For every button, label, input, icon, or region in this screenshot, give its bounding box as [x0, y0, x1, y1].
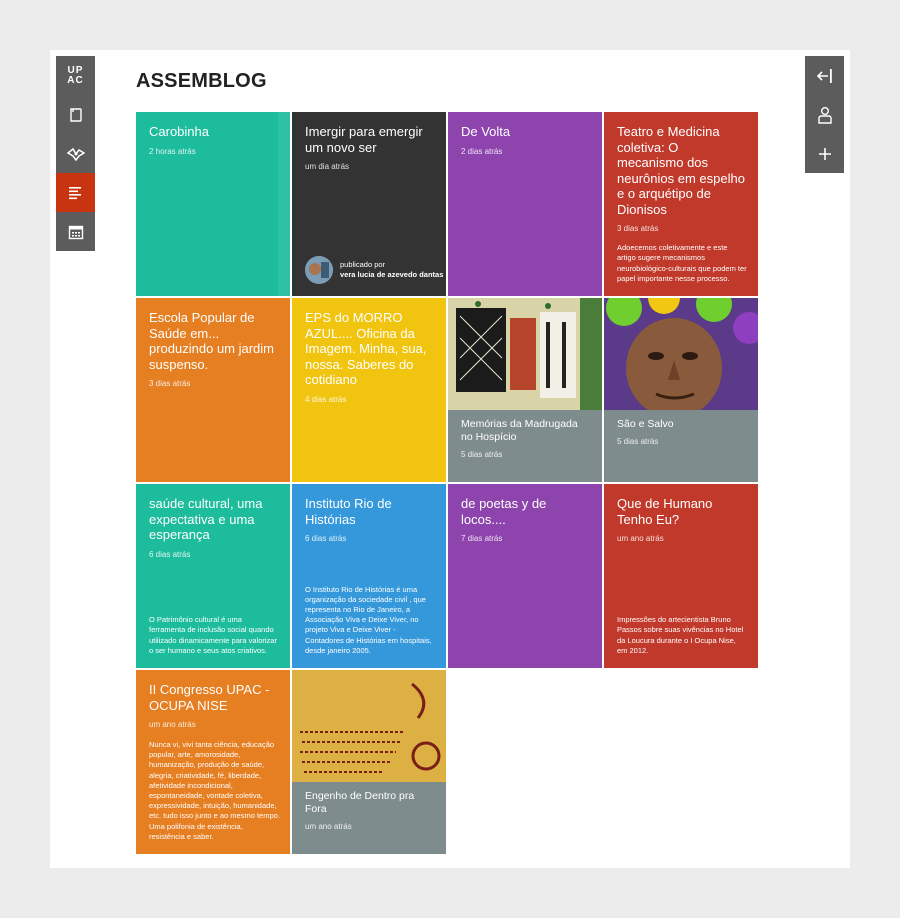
- user-button[interactable]: [805, 95, 844, 134]
- post-date: um ano atrás: [149, 720, 196, 729]
- post-author: publicado por vera lucia de azevedo danta…: [305, 256, 443, 284]
- post-tile[interactable]: Escola Popular de Saúde em... produzindo…: [136, 298, 290, 482]
- post-tile[interactable]: de poetas y de locos.... 7 dias atrás: [448, 484, 602, 668]
- post-title: Memórias da Madrugada no Hospício: [461, 418, 578, 443]
- post-title: Que de Humano Tenho Eu?: [617, 496, 713, 527]
- post-date: 4 dias atrás: [305, 394, 347, 404]
- page-title: ASSEMBLOG: [136, 70, 267, 92]
- author-name: vera lucia de azevedo dantas: [340, 270, 444, 279]
- post-title: Imergir para emergir um novo ser: [305, 124, 423, 155]
- post-date: 2 dias atrás: [461, 146, 503, 156]
- post-tile[interactable]: saúde cultural, uma expectativa e uma es…: [136, 484, 290, 668]
- post-date: um ano atrás: [617, 534, 664, 543]
- network-icon: [66, 147, 85, 161]
- post-title: II Congresso UPAC - OCUPA NISE: [149, 682, 270, 713]
- post-tile[interactable]: Que de Humano Tenho Eu? um ano atrás Impr…: [604, 484, 758, 668]
- post-excerpt: O Patrimônio cultural é uma ferramenta d…: [149, 615, 277, 655]
- post-tile[interactable]: EPS do MORRO AZUL.... Oficina da Imagem.…: [292, 298, 446, 482]
- post-title: Carobinha: [149, 124, 209, 139]
- post-thumbnail: [604, 298, 758, 410]
- left-nav: UP AC: [56, 56, 95, 251]
- post-title: Teatro e Medicina coletiva: O mecanismo …: [617, 124, 745, 217]
- post-tile[interactable]: De Volta 2 dias atrás: [448, 112, 602, 296]
- collapse-button[interactable]: [805, 56, 844, 95]
- post-excerpt: Impressões do artecientista Bruno Passos…: [617, 615, 744, 655]
- post-date: 3 dias atrás: [149, 379, 191, 388]
- post-date: 6 dias atrás: [149, 549, 191, 559]
- post-title: Escola Popular de Saúde em... produzindo…: [149, 310, 275, 372]
- nav-calendar[interactable]: [56, 212, 95, 251]
- post-excerpt: Adoecemos coletivamente e este artigo su…: [617, 243, 747, 283]
- post-date: 6 dias atrás: [305, 534, 347, 543]
- post-excerpt: Nunca vi, vivi tanta ciência, educação p…: [149, 739, 280, 841]
- post-date: 5 dias atrás: [461, 450, 503, 459]
- post-title: São e Salvo: [617, 418, 674, 430]
- post-tile[interactable]: II Congresso UPAC - OCUPA NISE um ano atr…: [136, 670, 290, 854]
- notebook-icon: [69, 107, 82, 122]
- post-tile[interactable]: Carobinha 2 horas atrás: [136, 112, 290, 296]
- post-excerpt: O Instituto Rio de Histórias é uma organ…: [305, 584, 432, 655]
- post-tile[interactable]: Memórias da Madrugada no Hospício 5 dias …: [448, 298, 602, 482]
- nav-text[interactable]: [56, 173, 95, 212]
- post-title: de poetas y de locos....: [461, 496, 547, 527]
- user-icon: [817, 106, 832, 124]
- post-title: De Volta: [461, 124, 511, 139]
- post-title: Instituto Rio de Histórias: [305, 496, 392, 527]
- post-title: EPS do MORRO AZUL.... Oficina da Imagem.…: [305, 310, 427, 387]
- post-date: um dia atrás: [305, 162, 350, 171]
- plus-icon: [818, 147, 831, 160]
- post-tile[interactable]: São e Salvo 5 dias atrás: [604, 298, 758, 482]
- post-date: 3 dias atrás: [617, 224, 659, 233]
- nav-notebook[interactable]: [56, 95, 95, 134]
- post-tile[interactable]: Engenho de Dentro pra Fora um ano atrás: [292, 670, 446, 854]
- avatar: [305, 256, 333, 284]
- calendar-icon: [68, 225, 83, 239]
- post-thumbnail: [292, 670, 446, 782]
- right-nav: [805, 56, 844, 173]
- post-date: 7 dias atrás: [461, 534, 503, 543]
- post-date: 2 horas atrás: [149, 146, 196, 156]
- post-date: um ano atrás: [305, 822, 352, 831]
- post-date: 5 dias atrás: [617, 437, 659, 446]
- add-button[interactable]: [805, 134, 844, 173]
- collapse-left-icon: [816, 68, 832, 83]
- text-lines-icon: [68, 186, 81, 199]
- author-label: publicado por: [340, 260, 386, 269]
- upac-logo[interactable]: UP AC: [56, 56, 95, 95]
- post-title: Engenho de Dentro pra Fora: [305, 790, 415, 815]
- nav-network[interactable]: [56, 134, 95, 173]
- post-thumbnail: [448, 298, 602, 410]
- post-title: saúde cultural, uma expectativa e uma es…: [149, 496, 263, 542]
- post-tile[interactable]: Instituto Rio de Histórias 6 dias atrás O…: [292, 484, 446, 668]
- post-tile[interactable]: Imergir para emergir um novo ser um dia a…: [292, 112, 446, 296]
- post-tile[interactable]: Teatro e Medicina coletiva: O mecanismo …: [604, 112, 758, 296]
